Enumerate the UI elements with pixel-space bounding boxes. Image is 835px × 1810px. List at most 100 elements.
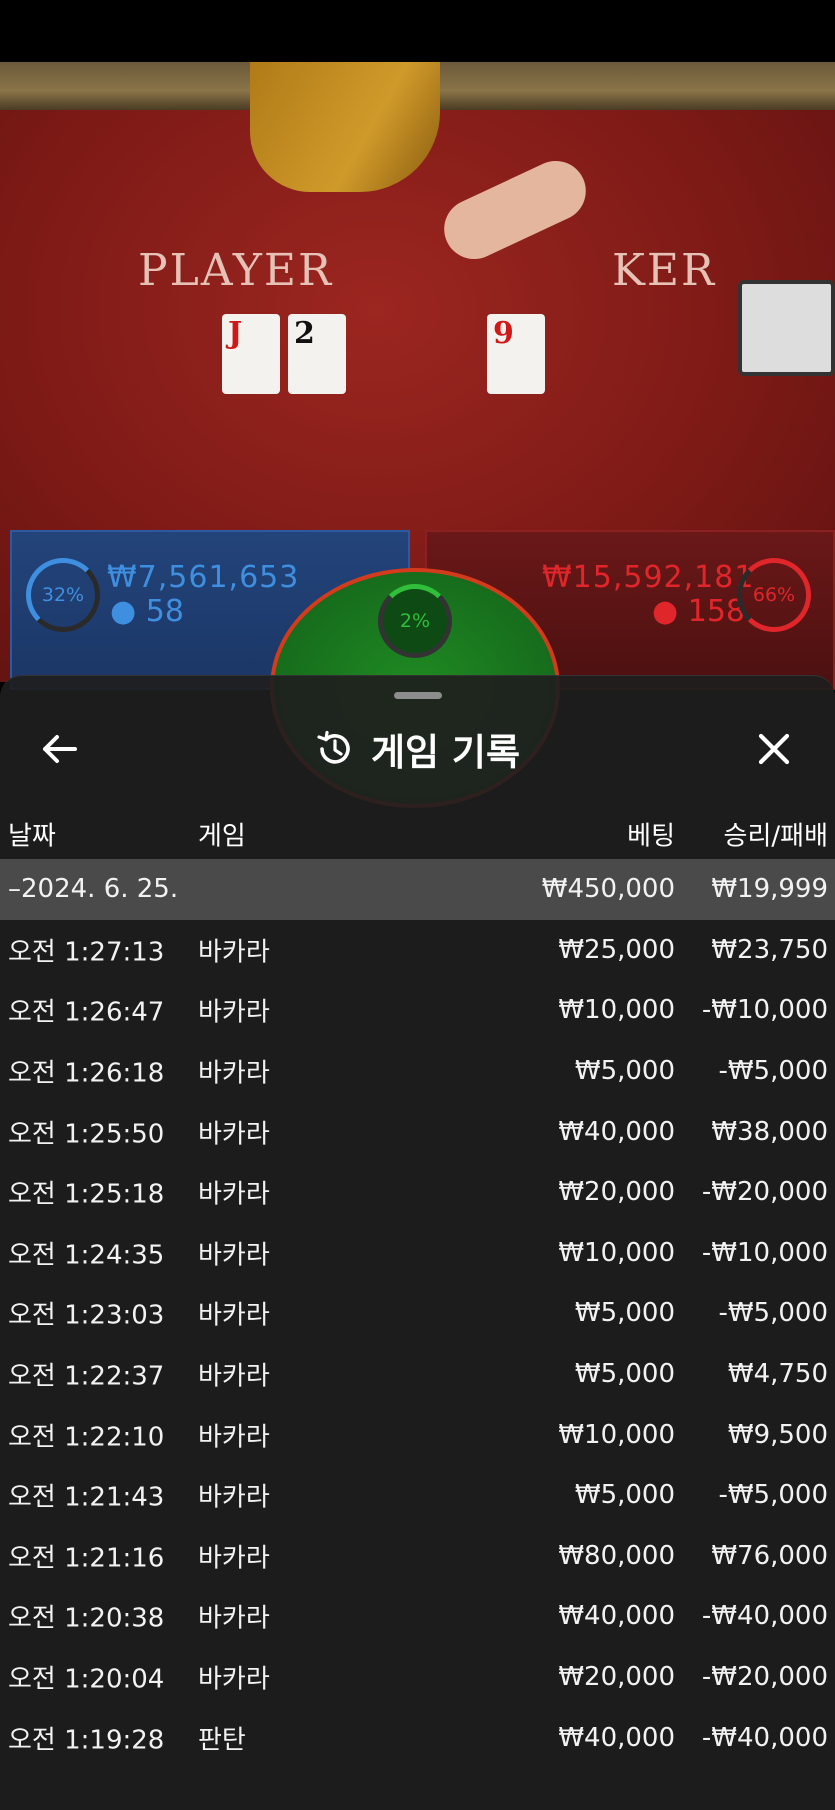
row-game: 바카라: [198, 1543, 270, 1574]
row-game: 바카라: [198, 1058, 270, 1089]
row-result: ₩76,000: [711, 1540, 828, 1571]
person-icon: ●: [652, 594, 679, 629]
row-bet: ₩5,000: [574, 1298, 675, 1329]
row-bet: ₩40,000: [558, 1722, 675, 1753]
row-time: 오전 1:23:03: [8, 1300, 165, 1331]
row-bet: ₩40,000: [558, 1116, 675, 1147]
row-time: 오전 1:20:38: [8, 1603, 165, 1634]
history-table-header: 날짜 게임 베팅 승리/패배: [0, 804, 835, 864]
col-bet: 베팅: [627, 821, 675, 852]
row-result: -₩10,000: [701, 1237, 828, 1268]
history-row[interactable]: 오전 1:24:35 바카라 ₩10,000 -₩10,000: [0, 1223, 835, 1284]
row-time: 오전 1:22:10: [8, 1422, 165, 1453]
history-icon: [317, 730, 350, 764]
row-bet: ₩10,000: [558, 995, 675, 1026]
banker-pct-ring: 66%: [737, 558, 811, 632]
row-bet: ₩10,000: [558, 1237, 675, 1268]
player-count-row: ● 58: [110, 594, 184, 629]
history-row[interactable]: 오전 1:26:47 바카라 ₩10,000 -₩10,000: [0, 980, 835, 1041]
sheet-title: 게임 기록: [370, 731, 521, 774]
row-game: 바카라: [198, 1361, 270, 1392]
banker-count-row: ● 158: [652, 594, 745, 629]
row-result: ₩38,000: [711, 1116, 828, 1147]
history-row[interactable]: 오전 1:26:18 바카라 ₩5,000 -₩5,000: [0, 1041, 835, 1102]
row-time: 오전 1:24:35: [8, 1240, 165, 1271]
sheet-title-group: 게임 기록: [0, 714, 835, 784]
history-row[interactable]: 오전 1:21:43 바카라 ₩5,000 -₩5,000: [0, 1465, 835, 1526]
row-time: 오전 1:20:04: [8, 1664, 165, 1695]
row-game: 바카라: [198, 1422, 270, 1453]
row-time: 오전 1:27:13: [8, 937, 165, 968]
person-icon: ●: [110, 594, 137, 629]
date-summary-row[interactable]: –2024. 6. 25. ₩450,000 ₩19,999: [0, 859, 835, 920]
row-result: ₩23,750: [711, 934, 828, 965]
row-result: -₩5,000: [718, 1056, 828, 1087]
history-row[interactable]: 오전 1:25:18 바카라 ₩20,000 -₩20,000: [0, 1162, 835, 1223]
row-game: 바카라: [198, 1603, 270, 1634]
history-row[interactable]: 오전 1:25:50 바카라 ₩40,000 ₩38,000: [0, 1101, 835, 1162]
history-row[interactable]: 오전 1:22:37 바카라 ₩5,000 ₩4,750: [0, 1344, 835, 1405]
col-result: 승리/패배: [723, 821, 828, 852]
row-result: -₩5,000: [718, 1298, 828, 1329]
player-pct: 32%: [41, 584, 85, 606]
row-game: 바카라: [198, 1119, 270, 1150]
row-result: -₩40,000: [701, 1601, 828, 1632]
row-result: -₩10,000: [701, 995, 828, 1026]
history-row[interactable]: 오전 1:20:38 바카라 ₩40,000 -₩40,000: [0, 1586, 835, 1647]
row-bet: ₩10,000: [558, 1419, 675, 1450]
history-table-body: –2024. 6. 25. ₩450,000 ₩19,999 오전 1:27:1…: [0, 859, 835, 1768]
banker-amount: ₩15,592,181: [542, 560, 755, 595]
banker-pct: 66%: [752, 584, 796, 606]
row-time: 오전 1:22:37: [8, 1361, 165, 1392]
sheet-drag-handle[interactable]: [394, 692, 442, 699]
col-date: 날짜: [8, 821, 56, 852]
row-time: 오전 1:25:50: [8, 1119, 165, 1150]
history-row[interactable]: 오전 1:20:04 바카라 ₩20,000 -₩20,000: [0, 1647, 835, 1708]
player-count: 58: [145, 594, 184, 629]
row-bet: ₩20,000: [558, 1177, 675, 1208]
row-result: -₩40,000: [701, 1722, 828, 1753]
player-card-1: J: [222, 314, 280, 394]
row-result: ₩9,500: [727, 1419, 828, 1450]
status-bar: [0, 0, 835, 62]
sheet-header: 게임 기록: [0, 714, 835, 784]
tie-pct-ring: 2%: [378, 584, 452, 658]
close-button[interactable]: [739, 714, 809, 784]
row-game: 판탄: [198, 1725, 246, 1756]
row-bet: ₩5,000: [574, 1056, 675, 1087]
banker-felt-label: KER: [612, 245, 717, 296]
row-result: -₩20,000: [701, 1662, 828, 1693]
history-row[interactable]: 오전 1:27:13 바카라 ₩25,000 ₩23,750: [0, 920, 835, 981]
row-game: 바카라: [198, 1300, 270, 1331]
row-time: 오전 1:25:18: [8, 1179, 165, 1210]
banker-card-1: 9: [487, 314, 545, 394]
row-bet: ₩40,000: [558, 1601, 675, 1632]
row-result: -₩20,000: [701, 1177, 828, 1208]
history-row[interactable]: 오전 1:21:16 바카라 ₩80,000 ₩76,000: [0, 1526, 835, 1587]
history-row[interactable]: 오전 1:19:28 판탄 ₩40,000 -₩40,000: [0, 1707, 835, 1768]
row-game: 바카라: [198, 997, 270, 1028]
row-game: 바카라: [198, 1240, 270, 1271]
row-bet: ₩80,000: [558, 1540, 675, 1571]
row-bet: ₩25,000: [558, 934, 675, 965]
player-pct-ring: 32%: [26, 558, 100, 632]
row-time: 오전 1:19:28: [8, 1725, 165, 1756]
history-row-list: 오전 1:27:13 바카라 ₩25,000 ₩23,750 오전 1:26:47 바카라…: [0, 920, 835, 1768]
tie-pct: 2%: [399, 610, 431, 632]
row-bet: ₩20,000: [558, 1662, 675, 1693]
row-game: 바카라: [198, 1664, 270, 1695]
history-row[interactable]: 오전 1:22:10 바카라 ₩10,000 ₩9,500: [0, 1404, 835, 1465]
row-bet: ₩5,000: [574, 1480, 675, 1511]
row-time: 오전 1:26:18: [8, 1058, 165, 1089]
row-game: 바카라: [198, 1482, 270, 1513]
player-card-2: 2: [288, 314, 346, 394]
dealer-arm: [250, 62, 440, 192]
player-amount: ₩7,561,653: [107, 560, 300, 595]
summary-result: ₩19,999: [711, 874, 828, 905]
history-row[interactable]: 오전 1:23:03 바카라 ₩5,000 -₩5,000: [0, 1283, 835, 1344]
row-time: 오전 1:26:47: [8, 997, 165, 1028]
row-result: -₩5,000: [718, 1480, 828, 1511]
row-result: ₩4,750: [727, 1359, 828, 1390]
row-time: 오전 1:21:16: [8, 1543, 165, 1574]
row-game: 바카라: [198, 937, 270, 968]
